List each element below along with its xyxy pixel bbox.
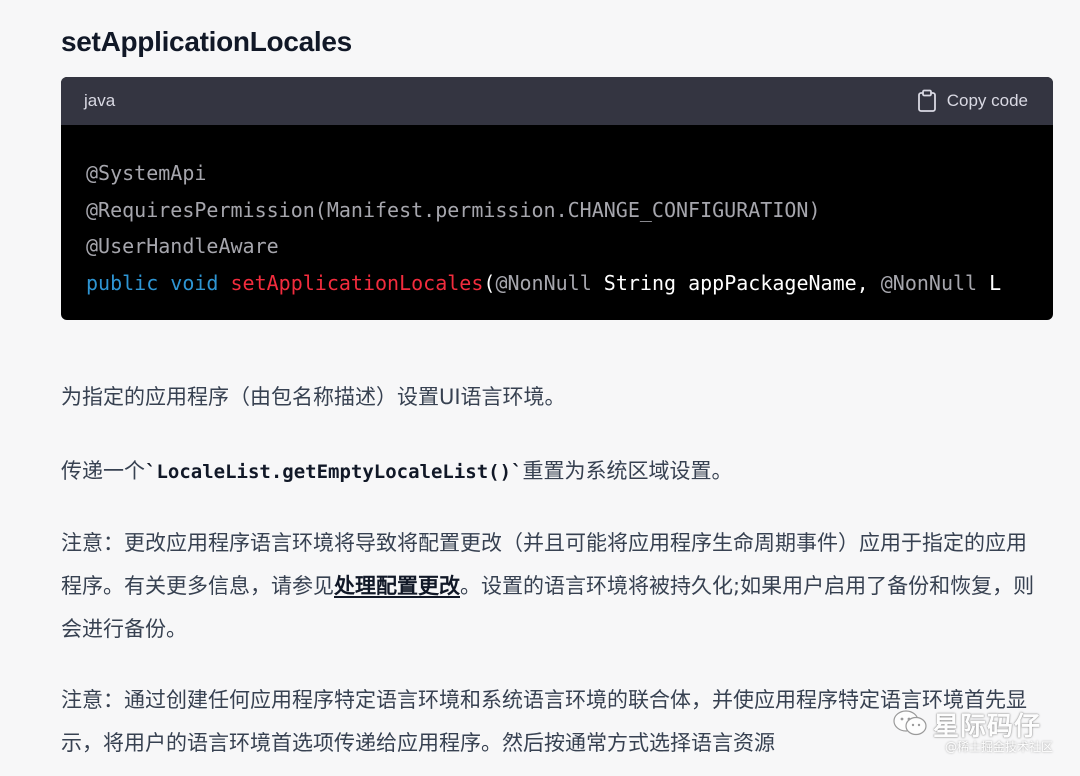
code-token-kw: void	[170, 270, 219, 295]
code-language-label: java	[84, 91, 116, 110]
code-block: java Copy code @SystemApi @RequiresPermis…	[61, 77, 1053, 320]
code-line: @UserHandleAware	[86, 228, 1053, 265]
clipboard-icon	[917, 89, 937, 113]
code-line: @RequiresPermission(Manifest.permission.…	[86, 192, 1053, 229]
code-token-anno: @RequiresPermission(Manifest.permission.…	[86, 197, 821, 222]
code-token-fn: setApplicationLocales	[230, 270, 484, 295]
code-line: @SystemApi	[86, 155, 1053, 192]
note-paragraph: 注意：更改应用程序语言环境将导致将配置更改（并且可能将应用程序生命周期事件）应用…	[61, 522, 1041, 651]
code-block-header: java Copy code	[61, 77, 1053, 125]
section-heading: setApplicationLocales	[61, 26, 352, 57]
reset-text-after: 重置为系统区域设置。	[522, 459, 733, 483]
code-line: public void setApplicationLocales(@NonNu…	[86, 265, 1053, 302]
watermark-subtitle: @稀土掘金技术社区	[945, 740, 1054, 754]
inline-code: `LocaleList.getEmptyLocaleList()`	[145, 461, 523, 483]
copy-code-button[interactable]: Copy code	[917, 89, 1028, 113]
code-content: @SystemApi @RequiresPermission(Manifest.p…	[61, 125, 1053, 301]
handling-config-changes-link[interactable]: 处理配置更改	[334, 574, 460, 598]
description-paragraph: 为指定的应用程序（由包名称描述）设置UI语言环境。	[61, 385, 566, 409]
code-token-plain: String appPackageName,	[591, 270, 881, 295]
code-token-anno: @SystemApi	[86, 161, 207, 185]
wechat-icon	[893, 709, 927, 741]
code-token-anno: @NonNull	[880, 270, 978, 295]
code-token-kw: public	[86, 270, 159, 295]
code-token-plain: (	[483, 270, 496, 295]
reset-text-before: 传递一个	[61, 459, 145, 483]
reset-paragraph: 传递一个`LocaleList.getEmptyLocaleList()`重置为…	[61, 450, 1041, 494]
code-token-plain: L	[977, 270, 1002, 295]
copy-code-label: Copy code	[946, 91, 1028, 110]
code-token-anno: @UserHandleAware	[86, 234, 279, 258]
code-token-anno: @NonNull	[495, 270, 592, 295]
